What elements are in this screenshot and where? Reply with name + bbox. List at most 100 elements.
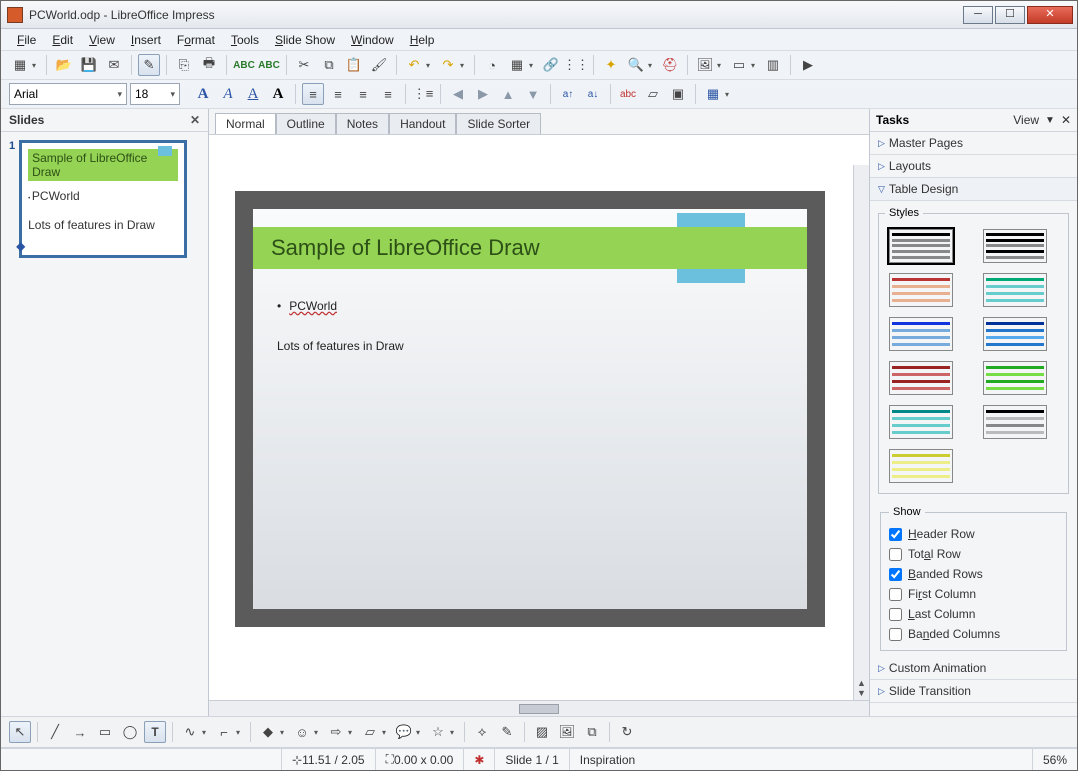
menu-view[interactable]: View bbox=[83, 31, 121, 49]
rotate-icon[interactable]: ↻ bbox=[616, 721, 638, 743]
rectangle-icon[interactable]: ▭ bbox=[94, 721, 116, 743]
section-layouts[interactable]: ▷Layouts bbox=[870, 155, 1077, 178]
undo-icon[interactable]: ↶ bbox=[403, 54, 425, 76]
status-zoom[interactable]: 56% bbox=[1032, 749, 1077, 770]
table-style[interactable] bbox=[983, 229, 1047, 263]
select-icon[interactable]: ↖ bbox=[9, 721, 31, 743]
close-icon[interactable]: ✕ bbox=[190, 113, 200, 127]
check-first-column[interactable]: First Column bbox=[889, 584, 1058, 604]
arrow-icon[interactable]: → bbox=[69, 721, 91, 743]
table-style[interactable] bbox=[983, 361, 1047, 395]
menu-edit[interactable]: Edit bbox=[46, 31, 79, 49]
cut-icon[interactable]: ✂ bbox=[293, 54, 315, 76]
dropdown-icon[interactable]: ▾ bbox=[725, 90, 733, 99]
font-color-icon[interactable]: abc bbox=[617, 83, 639, 105]
gallery2-icon[interactable]: ⧉ bbox=[581, 721, 603, 743]
chart-icon[interactable]: ◔ bbox=[481, 54, 503, 76]
tab-notes[interactable]: Notes bbox=[336, 113, 389, 134]
minimize-button[interactable]: ─ bbox=[963, 6, 993, 24]
navigator-icon[interactable]: ✦ bbox=[600, 54, 622, 76]
align-justify-icon[interactable]: ≡ bbox=[377, 83, 399, 105]
slide[interactable]: Sample of LibreOffice Draw •PCWorld Lots… bbox=[235, 191, 825, 627]
save-icon[interactable]: 💾 bbox=[78, 54, 100, 76]
horizontal-scrollbar[interactable] bbox=[209, 700, 869, 716]
curve-icon[interactable]: ∿ bbox=[179, 721, 201, 743]
autospell-icon[interactable]: ABC bbox=[258, 54, 280, 76]
char-dialog-icon[interactable]: ▣ bbox=[667, 83, 689, 105]
flowchart-icon[interactable]: ▱ bbox=[359, 721, 381, 743]
tab-outline[interactable]: Outline bbox=[276, 113, 336, 134]
slide-title[interactable]: Sample of LibreOffice Draw bbox=[253, 227, 807, 269]
slide-bullet[interactable]: PCWorld bbox=[289, 299, 337, 313]
para-dialog-icon[interactable]: ▦ bbox=[702, 83, 724, 105]
promote-icon[interactable]: ◀ bbox=[447, 83, 469, 105]
move-down-icon[interactable]: ▼ bbox=[522, 83, 544, 105]
table-style[interactable] bbox=[889, 273, 953, 307]
tab-normal[interactable]: Normal bbox=[215, 113, 276, 134]
table-style[interactable] bbox=[889, 405, 953, 439]
line-icon[interactable]: ╱ bbox=[44, 721, 66, 743]
check-banded-rows[interactable]: Banded Rows bbox=[889, 564, 1058, 584]
bold-icon[interactable]: A bbox=[192, 83, 214, 105]
glue-icon[interactable]: ✎ bbox=[496, 721, 518, 743]
brush-icon[interactable]: 🖌 bbox=[368, 54, 390, 76]
basic-shapes-icon[interactable]: ◆ bbox=[257, 721, 279, 743]
slide-icon[interactable]: ▭ bbox=[728, 54, 750, 76]
zoom-icon[interactable]: 🔍 bbox=[625, 54, 647, 76]
mail-icon[interactable]: ✉ bbox=[103, 54, 125, 76]
section-table-design[interactable]: ▽Table Design bbox=[870, 178, 1077, 201]
connector-icon[interactable]: ⌐ bbox=[213, 721, 235, 743]
underline-icon[interactable]: A bbox=[242, 83, 264, 105]
font-name-combo[interactable]: Arial▾ bbox=[9, 83, 127, 105]
grid-icon[interactable]: ⋮⋮ bbox=[565, 54, 587, 76]
menu-help[interactable]: Help bbox=[404, 31, 441, 49]
close-icon[interactable]: ✕ bbox=[1061, 113, 1071, 127]
bullets-icon[interactable]: ⋮≡ bbox=[412, 83, 434, 105]
check-total-row[interactable]: Total Row bbox=[889, 544, 1058, 564]
export-pdf-icon[interactable]: ⎘ bbox=[173, 54, 195, 76]
dropdown-icon[interactable]: ▼ bbox=[1045, 115, 1055, 126]
slide-body[interactable]: Lots of features in Draw bbox=[277, 339, 783, 353]
copy-icon[interactable]: ⧉ bbox=[318, 54, 340, 76]
open-icon[interactable]: 📂 bbox=[53, 54, 75, 76]
callout-icon[interactable]: 💬 bbox=[393, 721, 415, 743]
dropdown-icon[interactable]: ▾ bbox=[382, 728, 390, 737]
spellcheck-icon[interactable]: ABC bbox=[233, 54, 255, 76]
hyperlink-icon[interactable]: 🔗 bbox=[540, 54, 562, 76]
highlight-icon[interactable]: ▱ bbox=[642, 83, 664, 105]
new-icon[interactable]: ▦ bbox=[9, 54, 31, 76]
tab-handout[interactable]: Handout bbox=[389, 113, 456, 134]
points-icon[interactable]: ⟡ bbox=[471, 721, 493, 743]
table-style[interactable] bbox=[889, 229, 953, 263]
shadow-icon[interactable]: A bbox=[267, 83, 289, 105]
dropdown-icon[interactable]: ▾ bbox=[460, 61, 468, 70]
gallery-icon[interactable]: 🖼 bbox=[694, 54, 716, 76]
dropdown-icon[interactable]: ▾ bbox=[648, 61, 656, 70]
block-arrows-icon[interactable]: ⇨ bbox=[325, 721, 347, 743]
check-last-column[interactable]: Last Column bbox=[889, 604, 1058, 624]
table-style[interactable] bbox=[889, 361, 953, 395]
dropdown-icon[interactable]: ▾ bbox=[314, 728, 322, 737]
menu-tools[interactable]: Tools bbox=[225, 31, 265, 49]
tasks-view-menu[interactable]: View bbox=[1013, 113, 1039, 127]
increase-font-icon[interactable]: a↑ bbox=[557, 83, 579, 105]
table-style[interactable] bbox=[889, 317, 953, 351]
dropdown-icon[interactable]: ▾ bbox=[450, 728, 458, 737]
table-style[interactable] bbox=[889, 449, 953, 483]
text-icon[interactable]: T bbox=[144, 721, 166, 743]
check-header-row[interactable]: Header Row bbox=[889, 524, 1058, 544]
vertical-scrollbar[interactable]: ▲▼ bbox=[853, 165, 869, 700]
section-slide-transition[interactable]: ▷Slide Transition bbox=[870, 680, 1077, 703]
star-icon[interactable]: ☆ bbox=[427, 721, 449, 743]
dropdown-icon[interactable]: ▾ bbox=[348, 728, 356, 737]
paste-icon[interactable]: 📋 bbox=[343, 54, 365, 76]
from-file-icon[interactable]: 🖼 bbox=[556, 721, 578, 743]
align-right-icon[interactable]: ≡ bbox=[352, 83, 374, 105]
align-center-icon[interactable]: ≡ bbox=[327, 83, 349, 105]
dropdown-icon[interactable]: ▾ bbox=[529, 61, 537, 70]
help-icon[interactable]: ⛑ bbox=[659, 54, 681, 76]
font-size-combo[interactable]: 18▾ bbox=[130, 83, 180, 105]
print-icon[interactable]: 🖶 bbox=[198, 54, 220, 76]
menu-slideshow[interactable]: Slide Show bbox=[269, 31, 341, 49]
fontwork-icon[interactable]: ▨ bbox=[531, 721, 553, 743]
